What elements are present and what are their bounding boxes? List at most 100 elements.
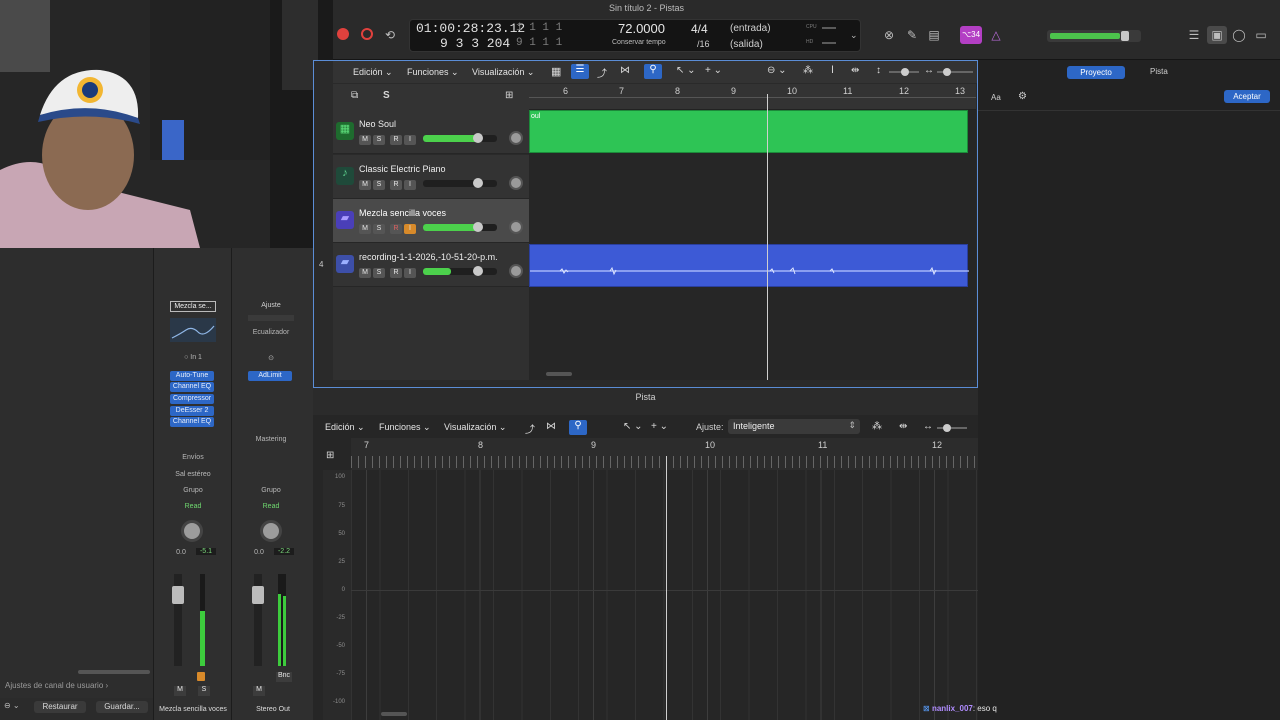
pan-knob[interactable] <box>509 264 523 278</box>
plugin-slot-1[interactable]: AdLimit <box>248 371 292 381</box>
inspector-icon[interactable]: ▣ <box>1207 26 1227 44</box>
bounce-button[interactable]: Bnc <box>276 672 292 682</box>
plugin-slot-3[interactable]: Compressor <box>170 394 214 404</box>
snap-icon[interactable]: ⊖ ⌄ <box>767 65 787 76</box>
volume-fader[interactable] <box>423 266 497 276</box>
waveform-zoom-icon[interactable]: ⁂ <box>803 65 813 76</box>
cycle-icon[interactable]: ⟲ <box>380 26 400 44</box>
volume-fader[interactable] <box>423 133 497 143</box>
pointer-tool-icon[interactable]: ↖ ⌄ <box>676 65 696 76</box>
plugin-slot-4[interactable]: DeEsser 2 <box>170 406 214 416</box>
fit-horizontal-icon[interactable]: ⇹ <box>899 421 907 432</box>
list-icon[interactable]: ☰ <box>1184 26 1204 44</box>
zoom-slider[interactable] <box>937 424 967 432</box>
mute-button[interactable]: M <box>359 224 371 234</box>
timeline-ruler[interactable]: 6 7 8 9 10 11 12 13 <box>529 84 976 110</box>
user-settings-link[interactable]: Ajustes de canal de usuario › <box>5 681 108 690</box>
track-header-voces[interactable]: ▰ Mezcla sencilla voces M S R I <box>333 199 529 243</box>
input-slot[interactable]: ○ In 1 <box>170 354 216 361</box>
global-solo-button[interactable]: S <box>383 90 390 101</box>
slider-knob[interactable] <box>901 68 909 76</box>
master-volume-knob[interactable] <box>1121 31 1129 41</box>
automation-mode[interactable]: Read <box>248 503 294 510</box>
record-enable-button[interactable]: R <box>390 224 402 234</box>
snap-dropdown[interactable]: Inteligente ⇕ <box>728 419 860 434</box>
add-track-icon[interactable]: ⊞ <box>505 90 513 101</box>
editor-ruler[interactable]: 7 8 9 10 11 12 <box>351 438 978 470</box>
horizontal-scrollbar[interactable] <box>546 372 572 376</box>
fader-knob[interactable] <box>473 133 483 143</box>
mute-button[interactable]: M <box>359 180 371 190</box>
setting-slot[interactable]: Ajuste <box>248 302 294 309</box>
editor-menu-edicion[interactable]: Edición ⌄ <box>325 422 365 433</box>
flex-icon[interactable]: ⋈ <box>620 65 630 76</box>
master-volume[interactable] <box>1047 30 1141 42</box>
vertical-zoom-slider[interactable] <box>889 68 919 76</box>
restore-button[interactable]: Restaurar <box>34 701 86 713</box>
browser-icon[interactable]: ▭ <box>1251 26 1271 44</box>
list-view-icon[interactable]: ☰ <box>571 64 589 79</box>
editor-grid[interactable] <box>351 456 978 720</box>
loop-browser-icon[interactable]: ◯ <box>1229 26 1249 44</box>
fader-knob[interactable] <box>473 266 483 276</box>
pan-knob[interactable] <box>260 520 282 542</box>
plugin-slot-5[interactable]: Channel EQ <box>170 417 214 427</box>
track-header-electric-piano[interactable]: ♪ Classic Electric Piano M S R I <box>333 155 529 199</box>
replace-record-button[interactable] <box>361 28 373 40</box>
track-name[interactable]: Mezcla sencilla voces <box>359 208 446 218</box>
fader-knob[interactable] <box>172 586 184 604</box>
add-tool-icon[interactable]: + ⌄ <box>651 421 668 432</box>
pan-knob[interactable] <box>509 131 523 145</box>
record-enable-button[interactable]: R <box>390 180 402 190</box>
volume-fader[interactable] <box>423 222 497 232</box>
track-name[interactable]: recording-1-1-2026,-10-51-20-p.m. <box>359 252 498 262</box>
duplicate-track-icon[interactable]: ⧉ <box>351 90 358 101</box>
track-name[interactable]: Classic Electric Piano <box>359 164 446 174</box>
input-monitor-button[interactable] <box>197 672 205 681</box>
input-monitor-button[interactable]: I <box>404 224 416 234</box>
fader-knob[interactable] <box>252 586 264 604</box>
drummer-region[interactable]: oul <box>529 110 968 153</box>
editor-menu-visualizacion[interactable]: Visualización ⌄ <box>444 422 506 433</box>
solo-button[interactable]: S <box>373 268 385 278</box>
low-latency-icon[interactable]: ⊗ <box>879 26 899 44</box>
automation-icon[interactable]: ⤴ <box>525 421 535 436</box>
mute-button[interactable]: M <box>359 268 371 278</box>
solo-button[interactable]: S <box>373 180 385 190</box>
input-monitor-button[interactable]: I <box>404 268 416 278</box>
horizontal-zoom-slider[interactable] <box>937 68 973 76</box>
tab-proyecto[interactable]: Proyecto <box>1067 66 1125 79</box>
slider-knob[interactable] <box>943 68 951 76</box>
group-slot[interactable]: Grupo <box>170 487 216 494</box>
catch-icon[interactable]: ⚲ <box>644 64 662 79</box>
settings-menu-icon[interactable]: ⊖ ⌄ <box>4 701 30 713</box>
catch-icon[interactable]: ⚲ <box>569 420 587 435</box>
editor-playhead[interactable] <box>666 456 667 720</box>
eq-thumbnail[interactable] <box>170 318 216 342</box>
fader-knob[interactable] <box>473 178 483 188</box>
fader-knob[interactable] <box>473 222 483 232</box>
track-header-recording[interactable]: 4 ▰ recording-1-1-2026,-10-51-20-p.m. M … <box>319 243 529 287</box>
add-icon[interactable]: ⊞ <box>326 450 334 461</box>
font-button[interactable]: Aa <box>991 93 1001 102</box>
solo-button[interactable]: S <box>198 686 210 696</box>
channel-setting-button[interactable]: Mezcla se... <box>170 301 216 312</box>
slider-knob[interactable] <box>943 424 951 432</box>
record-enable-button[interactable]: R <box>390 268 402 278</box>
lcd-display[interactable]: 01:00:28:23.12 9 3 3 204 1 1 1 1 9 1 1 1… <box>409 19 861 52</box>
link-icon[interactable]: ⊙ <box>248 354 294 362</box>
gear-icon[interactable]: ⚙ <box>1018 91 1027 102</box>
flex-icon[interactable]: ⋈ <box>546 421 556 432</box>
fader-track[interactable] <box>252 574 264 666</box>
volume-fader[interactable] <box>423 178 497 188</box>
mute-button[interactable]: M <box>174 686 186 696</box>
pointer-tool-icon[interactable]: ↖ ⌄ <box>623 421 643 432</box>
playhead[interactable] <box>767 94 768 380</box>
plugin-slot-2[interactable]: Channel EQ <box>170 382 214 392</box>
solo-button[interactable]: S <box>373 135 385 145</box>
solo-button[interactable]: S <box>373 224 385 234</box>
key-command-badge[interactable]: ⌥34 <box>960 26 982 44</box>
horizontal-scrollbar[interactable] <box>381 712 407 716</box>
editor-menu-funciones[interactable]: Funciones ⌄ <box>379 422 431 433</box>
mute-button[interactable]: M <box>359 135 371 145</box>
